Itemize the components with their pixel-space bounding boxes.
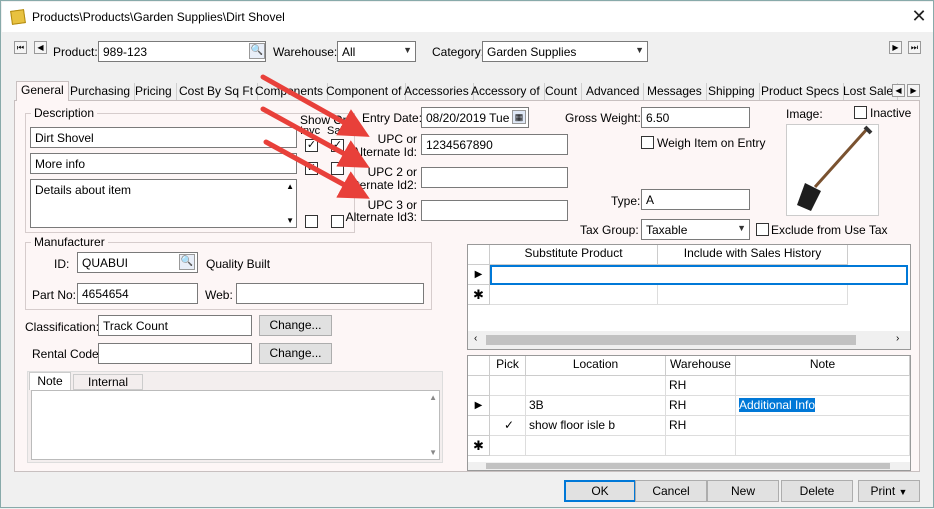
ok-button[interactable]: OK	[564, 480, 636, 502]
product-window: Products\Products\Garden Supplies\Dirt S…	[0, 0, 934, 508]
arrow-upc1	[260, 74, 370, 137]
arrow-upc2	[260, 106, 370, 168]
chevron-down-icon: ▼	[898, 487, 908, 497]
cancel-button[interactable]: Cancel	[635, 480, 707, 502]
print-button[interactable]: Print ▼	[858, 480, 920, 502]
print-label: Print	[870, 484, 896, 498]
annotation-arrows	[260, 74, 370, 199]
delete-button[interactable]: Delete	[781, 480, 853, 502]
arrow-upc3	[263, 139, 370, 199]
tab-general[interactable]: General	[16, 81, 69, 101]
new-button[interactable]: New	[707, 480, 779, 502]
